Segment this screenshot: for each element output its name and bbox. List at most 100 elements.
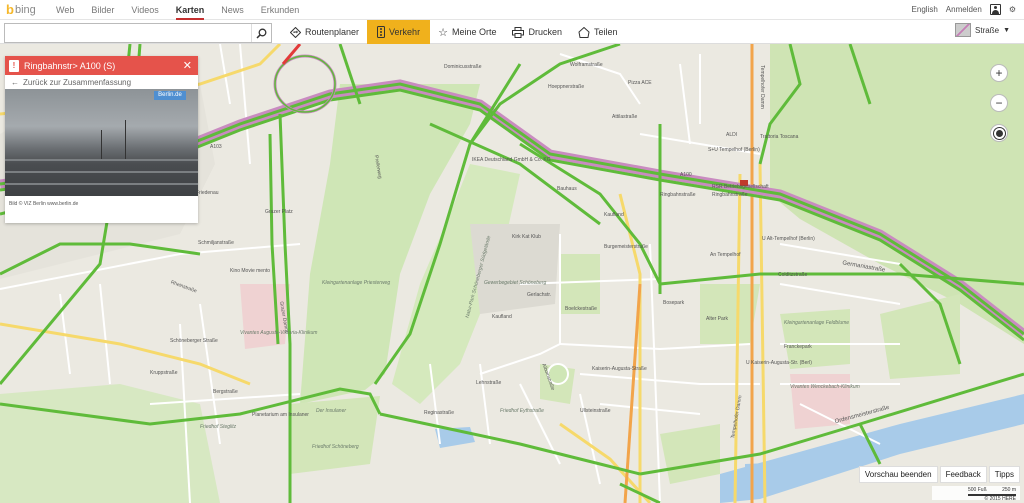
map-label-an-tempelhof: An Tempelhof (710, 252, 741, 258)
meine-orte-button[interactable]: ☆ Meine Orte (430, 20, 504, 44)
tipps-button[interactable]: Tipps (988, 466, 1020, 483)
map-label-gerlach: Gerlachstr. (527, 292, 552, 298)
map-label-insulaner: Der Insulaner (316, 408, 347, 414)
tool-buttons: Routenplaner Verkehr ☆ Meine Orte Drucke… (282, 20, 626, 44)
locate-icon (995, 129, 1003, 137)
routenplaner-button[interactable]: Routenplaner (282, 20, 367, 44)
nav-news[interactable]: News (221, 0, 244, 20)
map-label-kruppstr: Kruppstraße (150, 370, 178, 376)
map-label-gewerbegebiet: Gewerbegebiet Schöneberg (484, 280, 547, 286)
printer-icon (512, 26, 525, 38)
share-icon (578, 26, 590, 38)
teilen-button[interactable]: Teilen (570, 20, 626, 44)
map-label-tempelhofer-damm: Tempelhofer Damm (758, 65, 765, 109)
locate-me-button[interactable] (990, 124, 1008, 142)
map-label-vivantes: Vivantes Wenckebach-Klinikum (790, 384, 860, 390)
map-label-feldblume: Kleingartenanlage Feldblume (784, 320, 850, 326)
map-scale: 500 Fuß 250 m © 2015 HERE (932, 486, 1020, 502)
image-caption: Bild © VIZ Berlin www.berlin.de (9, 201, 79, 207)
vorschau-beenden-button[interactable]: Vorschau beenden (858, 466, 938, 483)
signin-link[interactable]: Anmelden (946, 5, 982, 14)
map-label-bauhaus: Bauhaus (557, 186, 577, 192)
verkehr-button[interactable]: Verkehr (367, 20, 431, 44)
map-label-trattoria: Trattoria Toscana (760, 134, 799, 140)
bing-logo-text: bing (14, 3, 36, 16)
map-label-a103: A103 (210, 144, 222, 150)
nav-web[interactable]: Web (56, 0, 74, 20)
camera-incident-icon: ! (9, 59, 19, 72)
map-style-label: Straße (975, 25, 1000, 35)
map-label-a100: A100 (680, 172, 692, 178)
traffic-camera-panel: ! Ringbahnstr> A100 (S) ✕ ← Zurück zur Z… (5, 56, 198, 223)
map-label-planetarium: Planetarium am Insulaner (252, 412, 309, 418)
map-label-friedenau: Friedenau (196, 190, 219, 196)
map-label-schoenebergerstr: Schöneberger Straße (170, 338, 218, 344)
map-label-kaufland2: Kaufland (492, 314, 512, 320)
map-label-franckepark: Franckepark (784, 344, 812, 350)
map-label-lehnstr: Lehnstraße (476, 380, 502, 386)
map-label-ringbahn1: Ringbahnstraße (660, 192, 696, 198)
map-label-pizza: Pizza ACE (628, 80, 652, 86)
traffic-camera-image[interactable]: Berlin.de (5, 89, 198, 196)
nav-karten[interactable]: Karten (175, 0, 204, 20)
lamp-post (125, 120, 126, 160)
map-label-wolframstr: Wolframstraße (570, 62, 603, 68)
map-label-regina: Reginastraße (424, 410, 455, 416)
map-label-ullsteinstr: Ullsteinstraße (580, 408, 611, 414)
map-label-kirk: Kirk Kat Klub (512, 234, 541, 240)
search-input[interactable] (5, 24, 251, 42)
lamp-post (101, 130, 102, 160)
map-label-grazer-platz: Grazer Platz (265, 209, 293, 215)
zoom-out-button[interactable]: − (990, 94, 1008, 112)
map-style-thumbnail (955, 23, 972, 37)
gear-icon[interactable]: ⚙ (1009, 5, 1016, 14)
back-label: Zurück zur Zusammenfassung (23, 77, 132, 87)
nav-erkunden[interactable]: Erkunden (261, 0, 300, 20)
map-style-selector[interactable]: Straße ▼ (955, 23, 1010, 37)
map-label-attila: Attilastraße (612, 114, 638, 120)
map-label-aldi: ALDI (726, 132, 738, 138)
bing-logo-mark: b (6, 2, 14, 17)
feedback-button[interactable]: Feedback (939, 466, 987, 483)
map-label-bergstrasse: Bergstraße (213, 389, 238, 395)
zoom-out-icon: − (995, 96, 1003, 110)
bottom-buttons: Vorschau beenden Feedback Tipps (858, 466, 1020, 483)
back-to-summary-link[interactable]: ← Zurück zur Zusammenfassung (5, 75, 198, 89)
map-label-alt-tempelhof: U Alt-Tempelhof (Berlin) (762, 236, 815, 242)
map-label-boelckestr: Boelckestraße (565, 306, 597, 312)
map-label-vivantes-2: Vivantes Auguste-Viktoria-Klinikum (240, 330, 318, 336)
scale-feet: 500 Fuß (968, 487, 987, 493)
map-label-kaufland1: Kaufland (604, 212, 624, 218)
map-label-friedhof-steglitz: Friedhof Steglitz (200, 424, 237, 430)
map-label-schmiljan: Schmiljanstraße (198, 240, 234, 246)
nav-videos[interactable]: Videos (131, 0, 158, 20)
zoom-in-button[interactable]: + (990, 64, 1008, 82)
road-lane (5, 183, 198, 185)
panel-header: ! Ringbahnstr> A100 (S) ✕ (5, 56, 198, 75)
back-arrow-icon: ← (11, 77, 19, 87)
search-button[interactable] (251, 24, 271, 42)
map-label-kino: Kino Movie mento (230, 268, 271, 274)
drucken-label: Drucken (528, 27, 562, 37)
user-icon[interactable] (989, 4, 1001, 15)
map-label-ikea: IKEA Deutschland GmbH & Co. KG (472, 157, 551, 163)
close-icon[interactable]: ✕ (183, 59, 192, 72)
map-label-ringbahn2: Ringbahnstraße (712, 192, 748, 198)
map-toolbar: Routenplaner Verkehr ☆ Meine Orte Drucke… (0, 20, 1024, 44)
bing-logo[interactable]: b bing (6, 2, 46, 17)
nav-bilder[interactable]: Bilder (91, 0, 114, 20)
zoom-in-icon: + (995, 66, 1003, 80)
nav-links: Web Bilder Videos Karten News Erkunden (56, 0, 316, 20)
chevron-down-icon: ▼ (1003, 26, 1010, 34)
map-label-bosepark: Bosepark (663, 300, 685, 306)
map-label-friedhof-eyth: Friedhof Eythstraße (500, 408, 544, 414)
drucken-button[interactable]: Drucken (504, 20, 570, 44)
map-label-u-tempelhof: S+U Tempelhof (Berlin) (708, 147, 760, 153)
search-icon (256, 28, 267, 39)
verkehr-label: Verkehr (389, 27, 421, 37)
teilen-label: Teilen (594, 27, 618, 37)
language-link[interactable]: English (912, 5, 938, 14)
scale-meters: 250 m (1002, 487, 1016, 493)
routenplaner-label: Routenplaner (305, 27, 360, 37)
map-label-burgemeister: Burgemeisterstraße (604, 244, 648, 250)
